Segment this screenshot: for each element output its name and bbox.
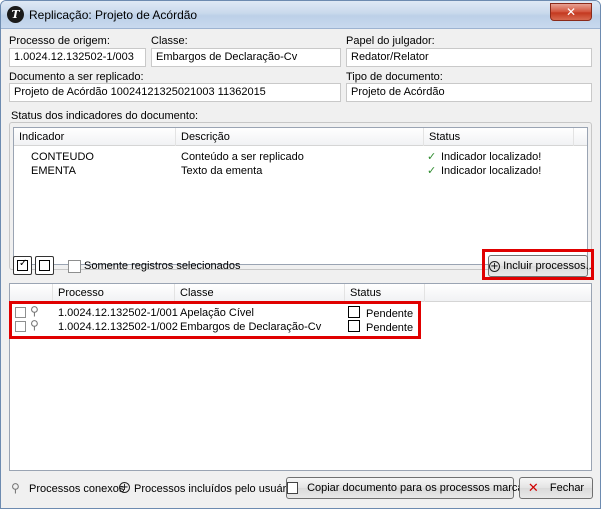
highlight-incluir xyxy=(482,249,594,280)
indicadores-header: Indicador Descrição Status xyxy=(14,128,587,146)
replication-window: T Replicação: Projeto de Acórdão ✕ Proce… xyxy=(0,0,601,509)
descricao-cell: Texto da ementa xyxy=(181,165,263,177)
papel-julgador-field[interactable]: Redator/Relator xyxy=(346,48,592,67)
col-select[interactable] xyxy=(10,284,53,302)
app-logo-icon: T xyxy=(7,6,24,23)
col-status[interactable]: Status xyxy=(424,128,574,146)
classe-label: Classe: xyxy=(151,35,188,47)
fechar-label: Fechar xyxy=(549,482,585,494)
descricao-cell: Conteúdo a ser replicado xyxy=(181,151,304,163)
window-close-button[interactable]: ✕ xyxy=(550,3,592,21)
fechar-button[interactable]: ✕ Fechar xyxy=(519,477,593,499)
status-cell: Indicador localizado! xyxy=(441,165,542,177)
papel-julgador-label: Papel do julgador: xyxy=(346,35,435,47)
processo-origem-field[interactable]: 1.0024.12.132502-1/003 xyxy=(9,48,146,67)
indicador-cell: EMENTA xyxy=(31,165,77,177)
tipo-documento-field[interactable]: Projeto de Acórdão xyxy=(346,83,592,102)
plus-circle-icon: + xyxy=(119,481,130,493)
copy-document-icon xyxy=(287,482,298,495)
check-icon: ✓ xyxy=(427,165,437,177)
indicadores-group-label: Status dos indicadores do documento: xyxy=(11,110,199,122)
col-descricao[interactable]: Descrição xyxy=(176,128,424,146)
select-all-button[interactable]: ✓ xyxy=(13,256,32,275)
checked-box-icon: ✓ xyxy=(17,258,28,271)
somente-selecionados-checkbox[interactable] xyxy=(68,260,81,273)
indicadores-list[interactable]: Indicador Descrição Status CONTEUDO Cont… xyxy=(13,127,588,265)
col-processo[interactable]: Processo xyxy=(53,284,175,302)
highlight-processos xyxy=(9,301,421,339)
indicadores-group: Indicador Descrição Status CONTEUDO Cont… xyxy=(9,122,592,270)
classe-field[interactable]: Embargos de Declaração-Cv xyxy=(151,48,341,67)
copiar-documento-button[interactable]: Copiar documento para os processos marca… xyxy=(286,477,541,499)
dialog-body: Processo de origem: 1.0024.12.132502-1/0… xyxy=(5,30,596,504)
check-icon: ✓ xyxy=(427,151,437,163)
empty-box-icon xyxy=(39,260,50,271)
col-classe[interactable]: Classe xyxy=(175,284,345,302)
somente-selecionados-label: Somente registros selecionados xyxy=(84,260,241,272)
close-icon: ✕ xyxy=(527,480,539,496)
processo-origem-label: Processo de origem: xyxy=(9,35,110,47)
deselect-all-button[interactable] xyxy=(35,256,54,275)
documento-label: Documento a ser replicado: xyxy=(9,71,144,83)
col-indicador[interactable]: Indicador xyxy=(14,128,176,146)
legend-incluidos: Processos incluídos pelo usuário xyxy=(134,483,295,495)
processos-header: Processo Classe Status xyxy=(10,284,591,302)
copiar-documento-label: Copiar documento para os processos marca… xyxy=(307,482,542,494)
window-title: Replicação: Projeto de Acórdão xyxy=(29,8,198,22)
col-status[interactable]: Status xyxy=(345,284,425,302)
title-bar: T Replicação: Projeto de Acórdão ✕ xyxy=(1,1,600,29)
status-cell: Indicador localizado! xyxy=(441,151,542,163)
tipo-documento-label: Tipo de documento: xyxy=(346,71,443,83)
legend-conexos: Processos conexos xyxy=(29,483,125,495)
paperclip-icon: ⚲ xyxy=(11,481,20,495)
indicador-cell: CONTEUDO xyxy=(31,151,94,163)
documento-field[interactable]: Projeto de Acórdão 10024121325021003 113… xyxy=(9,83,341,102)
